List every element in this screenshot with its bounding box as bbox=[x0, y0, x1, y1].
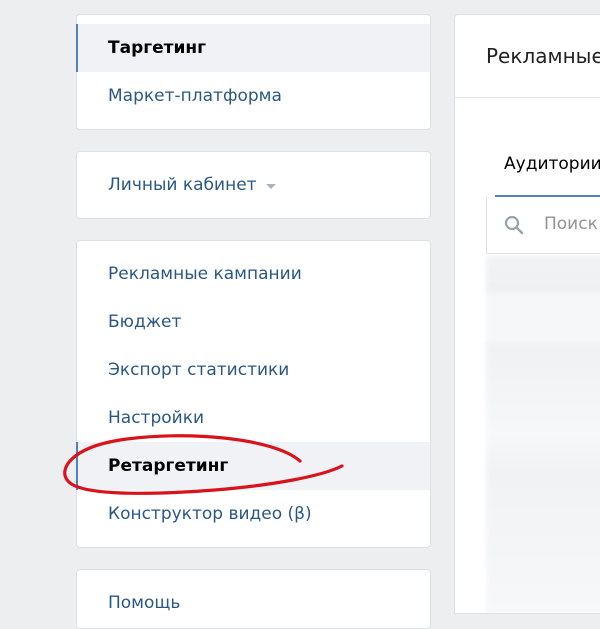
menu-item-label: Бюджет bbox=[108, 312, 182, 332]
menu-item-settings[interactable]: Настройки bbox=[77, 394, 430, 442]
content-header: Рекламные кабинеты bbox=[455, 15, 600, 98]
menu-item-help[interactable]: Помощь bbox=[77, 579, 430, 627]
search-box bbox=[486, 196, 600, 254]
ads-menu-card: Рекламные кампании Бюджет Экспорт статис… bbox=[76, 240, 431, 548]
audiences-list-blurred bbox=[486, 255, 600, 613]
menu-item-campaigns[interactable]: Рекламные кампании bbox=[77, 250, 430, 298]
tab-label: Аудитории bbox=[504, 154, 600, 174]
account-switcher-label: Личный кабинет bbox=[108, 175, 257, 195]
menu-item-label: Ретаргетинг bbox=[108, 456, 229, 476]
top-nav-card: Таргетинг Маркет-платформа bbox=[76, 14, 431, 130]
menu-item-label: Настройки bbox=[108, 408, 205, 428]
menu-item-video-constructor[interactable]: Конструктор видео (β) bbox=[77, 490, 430, 538]
content-panel: Рекламные кабинеты Аудитории bbox=[454, 14, 600, 614]
menu-item-label: Рекламные кампании bbox=[108, 264, 302, 284]
menu-item-export-stats[interactable]: Экспорт статистики bbox=[77, 346, 430, 394]
tab-audiences[interactable]: Аудитории bbox=[495, 143, 600, 197]
menu-item-budget[interactable]: Бюджет bbox=[77, 298, 430, 346]
menu-item-label: Экспорт статистики bbox=[108, 360, 290, 380]
nav-item-label: Маркет-платформа bbox=[108, 86, 282, 106]
menu-item-label: Конструктор видео (β) bbox=[108, 504, 312, 524]
menu-item-label: Помощь bbox=[108, 593, 181, 613]
search-input[interactable] bbox=[544, 196, 600, 252]
page-title: Рекламные кабинеты bbox=[486, 44, 600, 68]
chevron-down-icon bbox=[265, 183, 276, 189]
menu-item-retargeting[interactable]: Ретаргетинг bbox=[76, 442, 430, 490]
account-switcher-dropdown[interactable]: Личный кабинет bbox=[77, 161, 430, 209]
nav-item-market-platform[interactable]: Маркет-платформа bbox=[77, 72, 430, 120]
help-card: Помощь bbox=[76, 569, 431, 629]
search-icon bbox=[504, 215, 524, 235]
account-switcher-card: Личный кабинет bbox=[76, 151, 431, 219]
nav-item-targeting[interactable]: Таргетинг bbox=[76, 24, 430, 72]
nav-item-label: Таргетинг bbox=[108, 38, 207, 58]
